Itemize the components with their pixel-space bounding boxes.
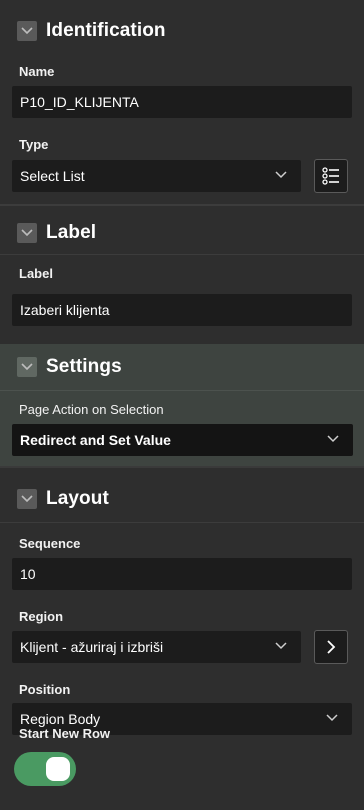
start-new-row-toggle[interactable] bbox=[14, 752, 76, 786]
sequence-value: 10 bbox=[20, 566, 36, 582]
name-label: Name bbox=[19, 64, 55, 79]
page-action-select[interactable]: Redirect and Set Value bbox=[12, 424, 353, 456]
list-icon bbox=[322, 167, 339, 185]
page-action-value: Redirect and Set Value bbox=[20, 432, 171, 448]
collapse-chevron-icon[interactable] bbox=[17, 489, 37, 509]
name-value: P10_ID_KLIJENTA bbox=[20, 94, 139, 110]
sequence-field[interactable]: 10 bbox=[12, 558, 352, 590]
section-title: Settings bbox=[46, 356, 122, 377]
start-new-row-label: Start New Row bbox=[19, 726, 111, 741]
region-value: Klijent - ažuriraj i izbriši bbox=[20, 639, 164, 655]
label-value: Izaberi klijenta bbox=[20, 302, 110, 318]
chevron-down-icon bbox=[326, 714, 338, 722]
layout-header[interactable]: Layout bbox=[0, 472, 364, 526]
type-label: Type bbox=[19, 137, 49, 152]
divider bbox=[0, 390, 364, 391]
region-label: Region bbox=[19, 609, 64, 624]
name-field[interactable]: P10_ID_KLIJENTA bbox=[12, 86, 352, 118]
chevron-right-icon bbox=[327, 640, 336, 654]
collapse-chevron-icon[interactable] bbox=[17, 357, 37, 377]
type-value: Select List bbox=[20, 168, 85, 184]
page-action-label: Page Action on Selection bbox=[19, 402, 164, 417]
section-title: Label bbox=[46, 222, 97, 243]
settings-header[interactable]: Settings bbox=[0, 340, 364, 394]
divider bbox=[0, 522, 364, 523]
section-title: Identification bbox=[46, 20, 166, 41]
collapse-chevron-icon[interactable] bbox=[17, 21, 37, 41]
label-header[interactable]: Label bbox=[0, 206, 364, 260]
collapse-chevron-icon[interactable] bbox=[17, 223, 37, 243]
chevron-down-icon bbox=[275, 171, 287, 179]
type-select[interactable]: Select List bbox=[12, 160, 301, 192]
region-select[interactable]: Klijent - ažuriraj i izbriši bbox=[12, 631, 301, 663]
go-to-region-button[interactable] bbox=[314, 630, 348, 664]
divider bbox=[0, 466, 364, 468]
position-label: Position bbox=[19, 682, 71, 697]
divider bbox=[0, 254, 364, 255]
section-title: Layout bbox=[46, 488, 109, 509]
sequence-label: Sequence bbox=[19, 536, 81, 551]
label-field[interactable]: Izaberi klijenta bbox=[12, 294, 352, 326]
identification-header[interactable]: Identification bbox=[0, 4, 364, 58]
chevron-down-icon bbox=[327, 435, 339, 443]
position-value: Region Body bbox=[20, 711, 101, 727]
type-list-button[interactable] bbox=[314, 159, 348, 193]
label-label: Label bbox=[19, 266, 53, 281]
toggle-knob bbox=[46, 757, 70, 781]
chevron-down-icon bbox=[275, 642, 287, 650]
